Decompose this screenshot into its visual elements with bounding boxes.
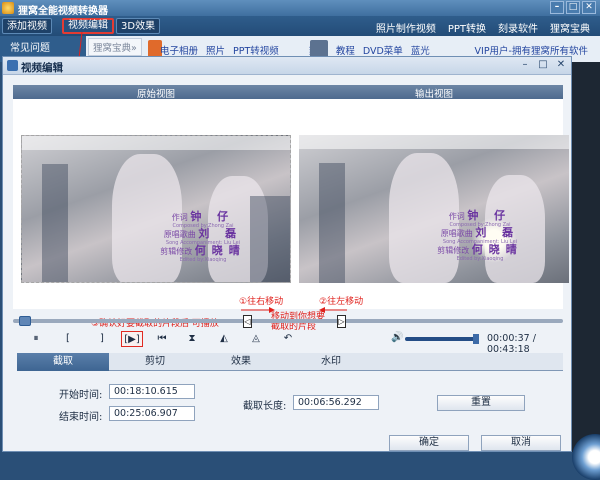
video-credits: 作词 钟 仔 Composed by:Zhong Zai 原唱歌曲 刘 磊 So… [405,209,555,262]
video-credits: 作词 钟 仔 Composed by:Zhong Zai 原唱歌曲 刘 磊 So… [128,210,278,263]
link-ppt-convert[interactable]: PPT转换 [448,20,486,35]
output-video-frame: 作词 钟 仔 Composed by:Zhong Zai 原唱歌曲 刘 磊 So… [299,135,569,283]
ad-link[interactable]: 照片 [206,43,225,57]
length-field[interactable]: 00:06:56.292 [293,395,379,410]
video-ceiling [22,136,290,150]
cancel-button[interactable]: 取消 [481,435,561,451]
tool-button[interactable]: ◭ [215,331,233,347]
video-edit-icon [7,60,18,71]
playback-controls: ⏸ [ ] [▶] ⏮ ⧗ ◭ ◬ ↶ 🔊 00:00:37 / 00:43:1… [13,329,563,355]
reset-button[interactable]: 重置 [437,395,525,411]
minimize-icon[interactable]: – [550,1,564,14]
disc-icon [572,434,600,480]
timeline-playhead[interactable] [19,316,31,326]
ad-link[interactable]: DVD菜单 [363,43,403,57]
credit-en: Edited by:Xiaoqing [179,257,227,263]
add-video-button[interactable]: 添加视频 [2,18,52,34]
annotation-arrows [241,307,347,313]
ad-link[interactable]: PPT转视频 [233,43,279,57]
credit-role: 原唱歌曲 [163,230,196,239]
link-photo-video[interactable]: 照片制作视频 [376,20,436,35]
credit-name: 钟 仔 [190,210,235,223]
pause-button[interactable]: ⏸ [27,331,45,347]
prev-frame-button[interactable]: ⏮ [153,331,171,347]
start-marker-handle[interactable]: ◁ [243,315,252,328]
end-time-field[interactable]: 00:25:06.907 [109,406,195,421]
mark-in-button[interactable]: [ [59,331,77,347]
original-video-frame[interactable]: 作词 钟 仔 Composed by:Zhong Zai 原唱歌曲 刘 磊 So… [21,135,291,283]
link-liwo-guide[interactable]: 狸窝宝典 [550,20,590,35]
main-window-controls: – □ ✕ [550,1,596,14]
time-separator: / [532,333,536,344]
output-view-label: 输出视图 [415,89,454,100]
dialog-title: 视频编辑 [21,62,63,74]
ad-links: 电子相册 照片 PPT转视频 刻录 教程 DVD菜单 蓝光 [160,43,430,57]
toolbar-links: 照片制作视频 PPT转换 刻录软件 狸窝宝典 [376,20,590,35]
timeline-track[interactable] [13,316,563,326]
close-icon[interactable]: ✕ [555,59,567,71]
tool-button[interactable]: ◬ [247,331,265,347]
tab-trim[interactable]: 截取 [17,353,109,371]
close-icon[interactable]: ✕ [582,1,596,14]
view-header: 原始视图 输出视图 [13,85,563,100]
main-toolbar: 添加视频 视频编辑 3D效果 照片制作视频 PPT转换 刻录软件 狸窝宝典 [0,16,600,36]
video-edit-dialog: 视频编辑 – □ ✕ 原始视图 输出视图 作词 钟 仔 Composed by:… [2,56,572,452]
tab-effects[interactable]: 效果 [195,353,287,371]
ok-button[interactable]: 确定 [389,435,469,451]
minimize-icon[interactable]: – [519,59,531,71]
ad-link[interactable]: 教程 [336,43,355,57]
volume-thumb[interactable] [473,334,479,344]
tab-crop[interactable]: 剪切 [109,353,201,371]
credit-name: 刘 磊 [475,226,520,239]
ad-link[interactable]: 电子相册 [160,43,198,57]
original-view-label: 原始视图 [137,89,176,100]
credit-role: 作词 [448,212,465,221]
video-shadow [42,164,68,282]
dialog-title-bar: 视频编辑 – □ ✕ [3,57,571,75]
end-marker-handle[interactable]: ▷ [337,315,346,328]
maximize-icon[interactable]: □ [537,59,549,71]
credit-role: 剪辑修改 [160,247,193,256]
play-segment-button[interactable]: [▶] [121,331,143,347]
credit-role: 作词 [171,213,188,222]
volume-slider[interactable] [405,337,479,341]
credit-role: 剪辑修改 [437,246,470,255]
start-time-field[interactable]: 00:18:10.615 [109,384,195,399]
start-time-label: 开始时间: [59,390,103,401]
cut-button[interactable]: ⧗ [183,331,201,347]
credit-en: Edited by:Xiaoqing [456,256,504,262]
main-title-bar: 狸窝全能视频转换器 – □ ✕ [0,0,600,17]
credit-role: 原唱歌曲 [440,229,473,238]
app-icon [2,2,14,14]
credit-name: 刘 磊 [198,227,243,240]
credit-name: 钟 仔 [467,209,512,222]
video-shadow [319,163,345,283]
undo-button[interactable]: ↶ [279,331,297,347]
time-display: 00:00:37 / 00:43:18 [487,333,563,355]
edit-tabs: 截取 剪切 效果 水印 [17,353,563,371]
ad-spacer [287,43,301,57]
maximize-icon[interactable]: □ [566,1,580,14]
main-window-title: 狸窝全能视频转换器 [18,6,108,17]
video-ceiling [299,135,569,149]
tab-watermark[interactable]: 水印 [285,353,377,371]
vip-link[interactable]: VIP用户-拥有狸窝所有软件 [475,43,588,57]
current-time: 00:00:37 [487,333,530,344]
speaker-icon[interactable]: 🔊 [391,332,403,345]
3d-effect-button[interactable]: 3D效果 [116,18,161,34]
background-panel [572,62,600,480]
ad-link[interactable]: 蓝光 [411,43,430,57]
mark-out-button[interactable]: ] [93,331,111,347]
link-burn-software[interactable]: 刻录软件 [498,20,538,35]
credit-name: 何晓晴 [194,244,246,257]
end-time-label: 结束时间: [59,412,103,423]
tab-liwo-guide[interactable]: 狸窝宝典» [88,38,142,56]
credit-name: 何晓晴 [471,243,523,256]
length-label: 截取长度: [243,401,287,412]
